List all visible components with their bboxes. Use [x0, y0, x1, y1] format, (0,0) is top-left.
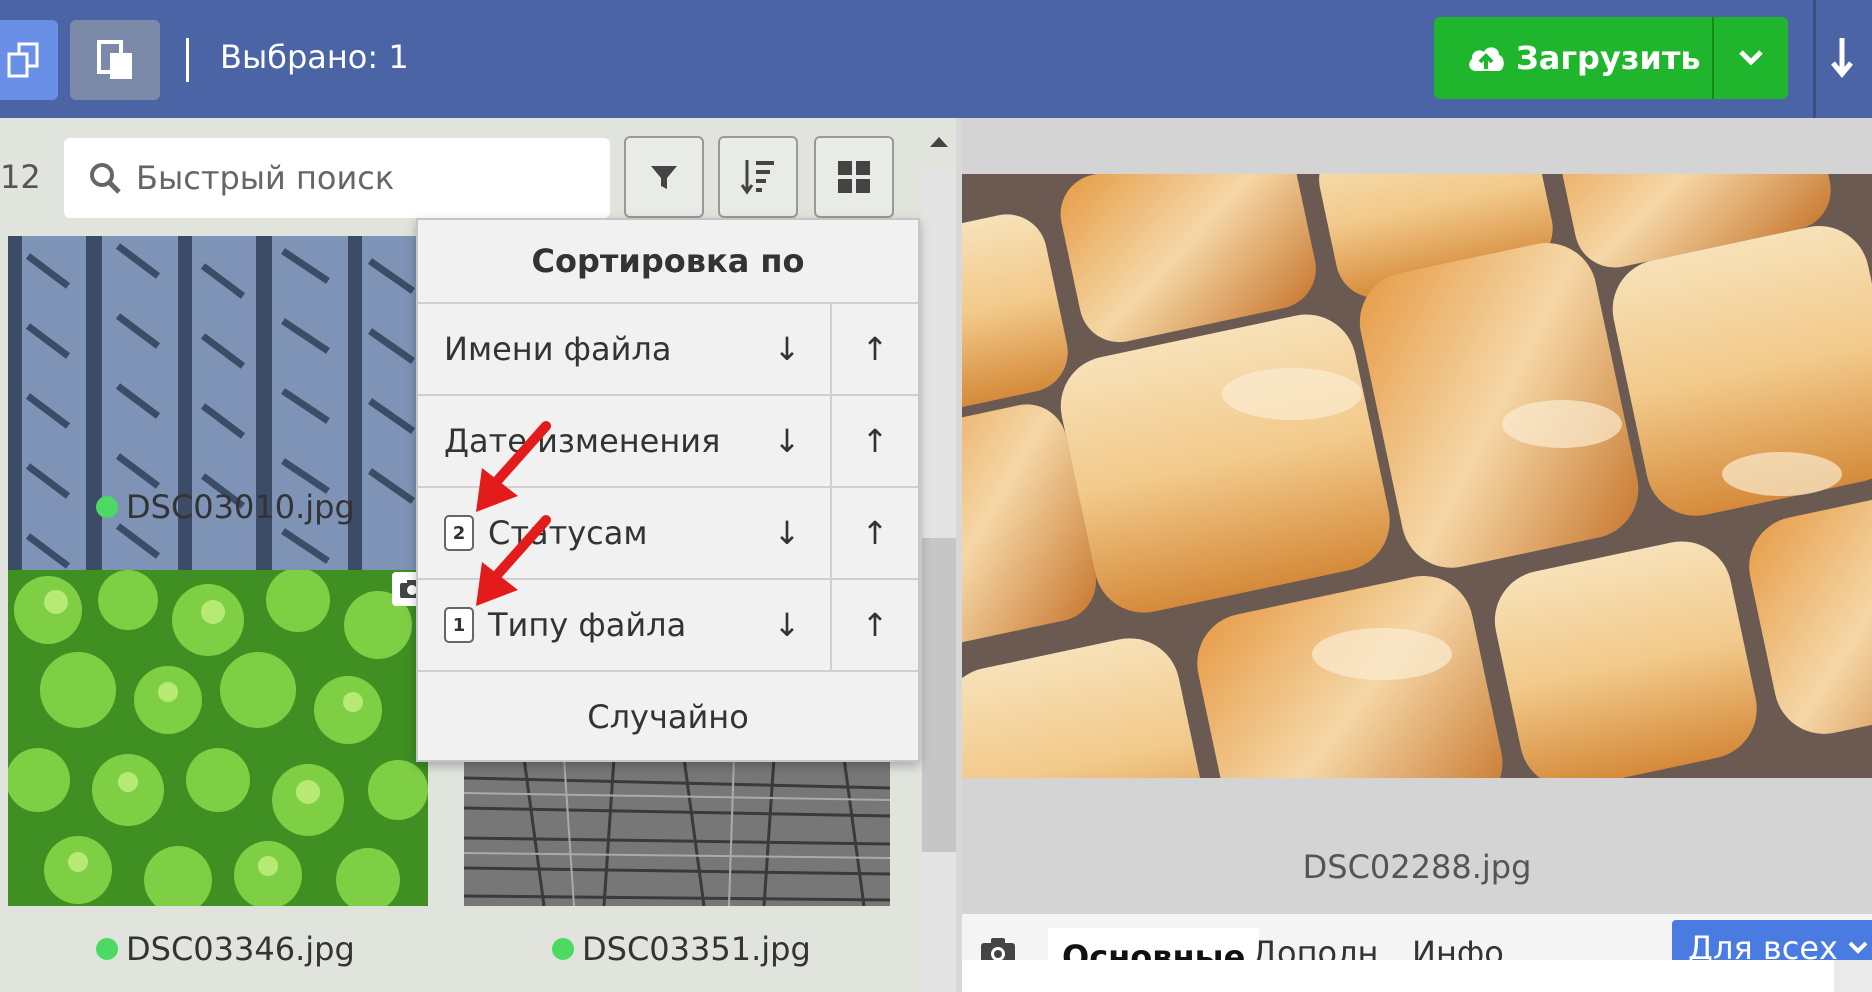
view-mode-button[interactable]	[814, 136, 894, 218]
sort-priority-badge: 1	[444, 607, 474, 643]
sort-descending-button[interactable]: ↓	[744, 580, 830, 670]
pastry-photo	[962, 174, 1872, 778]
sort-option-text: Имени файла	[444, 330, 672, 368]
download-button[interactable]	[1828, 36, 1856, 84]
toolbar-divider	[186, 38, 189, 82]
chevron-down-icon	[1848, 941, 1868, 954]
thumbnail-filename: DSC03010.jpg	[96, 488, 355, 526]
filter-button[interactable]	[624, 136, 704, 218]
thumbnail-image[interactable]	[8, 236, 428, 586]
sort-descending-button[interactable]: ↓	[744, 396, 830, 486]
search-box	[64, 138, 610, 218]
sort-ascending-button[interactable]: ↑	[830, 396, 918, 486]
annotation-arrow-icon	[476, 515, 551, 606]
preview-filename: DSC02288.jpg	[1302, 848, 1532, 886]
thumbnail-image[interactable]	[464, 758, 890, 906]
sort-ascending-button[interactable]: ↑	[830, 580, 918, 670]
thumbnail-image[interactable]	[8, 570, 428, 906]
filename-text: DSC03010.jpg	[126, 488, 355, 526]
upload-button[interactable]: Загрузить	[1434, 17, 1712, 99]
filename-text: DSC03346.jpg	[126, 930, 355, 968]
status-dot	[96, 938, 118, 960]
sort-option-label[interactable]: Имени файла	[418, 304, 744, 394]
preview-image[interactable]	[962, 174, 1872, 778]
lettuce-image	[8, 570, 428, 906]
chevron-down-icon	[1739, 50, 1763, 66]
copy-button[interactable]	[0, 20, 58, 100]
upload-split-button: Загрузить	[1434, 17, 1788, 99]
details-scrollbar[interactable]	[1834, 960, 1872, 992]
sort-option-filename[interactable]: Имени файла ↓ ↑	[418, 304, 918, 396]
sort-ascending-button[interactable]: ↑	[830, 488, 918, 578]
sort-ascending-button[interactable]: ↑	[830, 304, 918, 394]
upload-label: Загрузить	[1516, 39, 1701, 77]
thumbnail-filename: DSC03351.jpg	[552, 930, 811, 968]
top-toolbar: Выбрано: 1 Загрузить	[0, 0, 1872, 118]
paste-button[interactable]	[70, 20, 160, 100]
sort-descending-button[interactable]: ↓	[744, 304, 830, 394]
filename-text: DSC03351.jpg	[582, 930, 811, 968]
filter-icon	[651, 166, 677, 189]
arrow-down-icon	[1831, 38, 1853, 78]
scrollbar-thumb[interactable]	[922, 538, 956, 852]
search-input[interactable]	[136, 159, 596, 197]
sort-option-label[interactable]: Дате изменения	[418, 396, 744, 486]
selected-count: Выбрано: 1	[220, 38, 409, 76]
annotation-arrow-icon	[476, 421, 551, 512]
sort-option-label[interactable]: 2 Статусам	[418, 488, 744, 578]
cloud-upload-icon	[1469, 47, 1504, 71]
copy-icon	[7, 42, 39, 78]
upload-dropdown-button[interactable]	[1714, 17, 1788, 99]
thumbnail-filename: DSC03346.jpg	[96, 930, 355, 968]
sort-descending-button[interactable]: ↓	[744, 488, 830, 578]
search-icon	[90, 163, 121, 194]
status-dot	[96, 496, 118, 518]
file-count: 12	[0, 158, 41, 196]
wood-texture-image	[464, 758, 890, 906]
paste-icon	[97, 40, 132, 79]
sort-button[interactable]	[718, 136, 798, 218]
toolbar-edge-divider	[1813, 0, 1816, 118]
triangle-up-icon	[930, 137, 948, 147]
sort-option-label[interactable]: 1 Типу файла	[418, 580, 744, 670]
details-content-area	[962, 960, 1872, 992]
sort-random-button[interactable]: Случайно	[418, 672, 918, 762]
grid-icon	[838, 161, 870, 193]
sort-menu-title: Сортировка по	[418, 220, 918, 304]
preview-panel: DSC02288.jpg Основные Дополн. Инфо Для в…	[962, 118, 1872, 992]
scroll-up-arrow[interactable]	[928, 134, 950, 153]
tire-tread-image	[8, 236, 428, 586]
sort-icon	[740, 160, 774, 195]
status-dot	[552, 938, 574, 960]
